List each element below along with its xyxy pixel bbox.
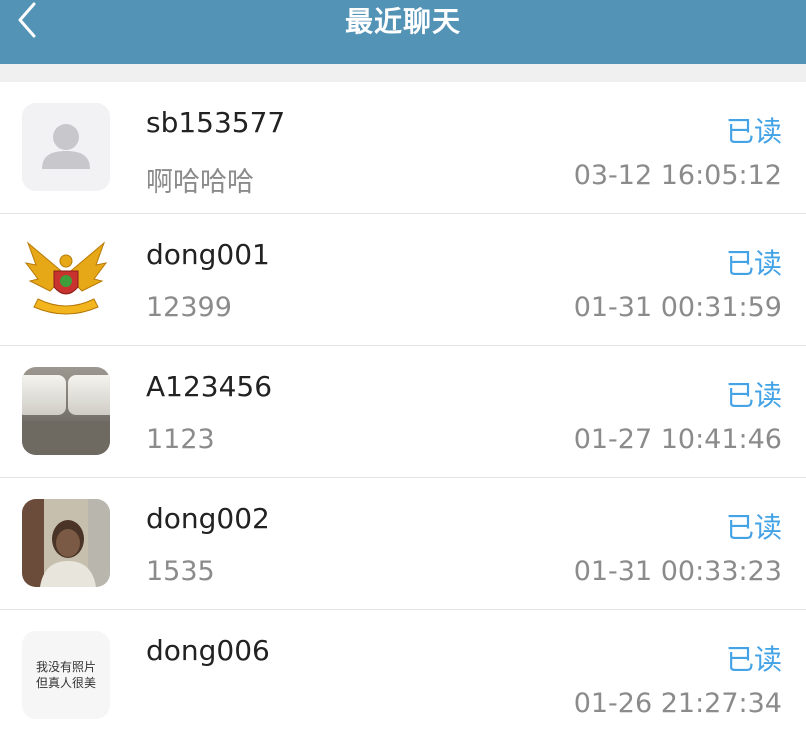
avatar [22, 367, 110, 455]
chat-row-A123456[interactable]: A123456 1123 已读 01-27 10:41:46 [0, 346, 806, 478]
read-status: 已读 [725, 511, 782, 544]
app-header: 最近聊天 [0, 0, 806, 64]
chat-name: A123456 [146, 370, 273, 403]
chat-name: sb153577 [146, 106, 286, 139]
chat-preview: 1535 [146, 556, 215, 587]
avatar [22, 235, 110, 323]
avatar-text-image: 我没有照片 但真人很美 [22, 631, 110, 719]
read-status: 已读 [725, 115, 782, 148]
chat-name: dong002 [146, 502, 270, 535]
avatar [22, 499, 110, 587]
chat-preview: 1123 [146, 424, 215, 455]
keyboard-photo [22, 367, 110, 455]
eagle-emblem-image [22, 235, 110, 323]
page-title: 最近聊天 [344, 5, 461, 38]
chat-name: dong006 [146, 634, 270, 667]
chat-preview: 12399 [146, 292, 232, 323]
person-photo [22, 499, 110, 587]
avatar-text-line: 我没有照片 [35, 660, 96, 674]
chat-name: dong001 [146, 238, 270, 271]
read-status: 已读 [725, 643, 782, 676]
chat-time: 01-26 21:27:34 [573, 688, 782, 719]
default-user-icon [22, 103, 110, 191]
chat-row-dong006[interactable]: 我没有照片 但真人很美 dong006 已读 01-26 21:27:34 [0, 610, 806, 750]
read-status: 已读 [725, 379, 782, 412]
chat-time: 01-31 00:33:23 [573, 556, 782, 587]
chat-time: 03-12 16:05:12 [573, 160, 782, 191]
chat-row-dong002[interactable]: dong002 1535 已读 01-31 00:33:23 [0, 478, 806, 610]
avatar-text-line: 但真人很美 [35, 676, 96, 690]
read-status: 已读 [725, 247, 782, 280]
chat-preview: 啊哈哈哈 [146, 167, 254, 198]
avatar: 我没有照片 但真人很美 [22, 631, 110, 719]
chat-list: sb153577 啊哈哈哈 已读 03-12 16:05:12 dong001 … [0, 82, 806, 750]
chat-time: 01-27 10:41:46 [573, 424, 782, 455]
chat-row-dong001[interactable]: dong001 12399 已读 01-31 00:31:59 [0, 214, 806, 346]
chat-time: 01-31 00:31:59 [573, 292, 782, 323]
avatar [22, 103, 110, 191]
chat-row-sb153577[interactable]: sb153577 啊哈哈哈 已读 03-12 16:05:12 [0, 82, 806, 214]
